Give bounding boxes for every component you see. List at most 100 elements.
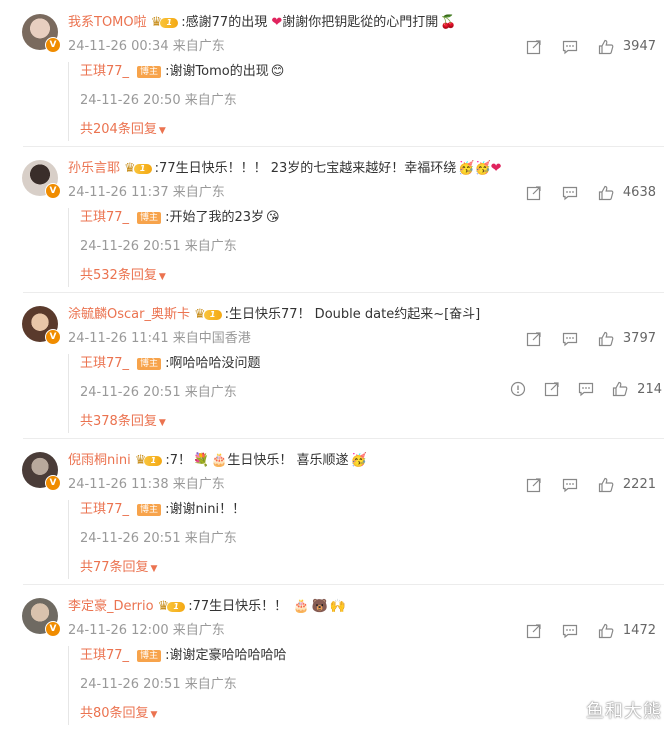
share-icon[interactable] — [525, 622, 543, 640]
watermark: 鱼和大熊 — [586, 701, 662, 722]
author-badge: 博主 — [137, 504, 162, 516]
report-icon[interactable] — [509, 380, 527, 398]
comment-location: 来自广东 — [172, 477, 225, 492]
reply-text: :啊哈哈哈没问题 — [165, 356, 261, 371]
avatar[interactable]: V — [22, 306, 61, 345]
comment-icon[interactable] — [561, 330, 579, 348]
avatar[interactable]: V — [22, 598, 61, 637]
comment-username[interactable]: 我系TOMO啦 — [68, 13, 147, 33]
comment-text: :77生日快乐！！！ 23岁的七宝越来越好！幸福环绕 — [154, 161, 457, 176]
comment-location: 来自广东 — [172, 185, 225, 200]
caret-down-icon: ▼ — [158, 126, 166, 136]
vip-crown-icon: ♛ 1 — [124, 159, 152, 179]
comment-icon[interactable] — [561, 622, 579, 640]
heart-emoji-icon: ❤ — [267, 15, 283, 30]
reply-time: 24-11-26 20:51 — [80, 239, 181, 254]
reply-location: 来自广东 — [184, 93, 237, 108]
share-icon[interactable] — [543, 380, 561, 398]
comment-time: 24-11-26 11:41 — [68, 331, 169, 346]
reply-username[interactable]: 王琪77_ — [80, 354, 129, 374]
more-replies-link[interactable]: 共204条回复 ▼ — [80, 120, 662, 141]
reply-like-count: 214 — [637, 381, 662, 397]
like-icon[interactable] — [597, 184, 615, 202]
blush-emoji-icon: 😊 — [270, 64, 285, 79]
verified-icon: V — [45, 37, 61, 53]
share-icon[interactable] — [525, 38, 543, 56]
more-replies-link[interactable]: 共532条回复 ▼ — [80, 266, 662, 287]
like-icon[interactable] — [597, 622, 615, 640]
comment-item: V 李定豪_Derrio ♛ 1 :77生日快乐！！ 🎂 🐻 🙌 24-11-26… — [0, 584, 672, 730]
caret-down-icon: ▼ — [150, 564, 158, 574]
comment-location: 来自中国香港 — [172, 331, 251, 346]
reply-location: 来自广东 — [184, 677, 237, 692]
like-icon[interactable] — [611, 380, 629, 398]
comment-username[interactable]: 李定豪_Derrio — [68, 597, 154, 617]
like-count: 3797 — [622, 331, 656, 346]
comment-text-cont: 生日快乐！ 喜乐顺遂 — [227, 453, 349, 468]
verified-icon: V — [45, 183, 61, 199]
comment-location: 来自广东 — [172, 623, 225, 638]
share-icon[interactable] — [525, 184, 543, 202]
comment-icon[interactable] — [561, 38, 579, 56]
reply-block: 王琪77_ 博主 :啊哈哈哈没问题 24-11-26 20:51 来自广东 共3… — [68, 354, 662, 433]
reply-location: 来自广东 — [184, 531, 237, 546]
comment-text: :7！ — [165, 453, 192, 468]
reply-username[interactable]: 王琪77_ — [80, 500, 129, 520]
party-emoji-icon: 🥳🥳 — [458, 161, 491, 176]
like-count: 1472 — [622, 623, 656, 638]
verified-icon: V — [45, 621, 61, 637]
comment-icon[interactable] — [561, 476, 579, 494]
comment-username[interactable]: 倪雨桐nini — [68, 451, 131, 471]
avatar[interactable]: V — [22, 160, 61, 199]
comment-username[interactable]: 涂毓麟Oscar_奥斯卡 — [68, 305, 190, 325]
like-count: 2221 — [622, 477, 656, 492]
reply-text: :谢谢nini！！ — [165, 502, 246, 517]
comment-time: 24-11-26 00:34 — [68, 39, 169, 54]
vip-crown-icon: ♛ 1 — [194, 305, 222, 325]
reply-username[interactable]: 王琪77_ — [80, 208, 129, 228]
more-replies-link[interactable]: 共80条回复 ▼ — [80, 704, 662, 725]
vip-crown-icon: ♛ 1 — [158, 597, 186, 617]
comment-item: V 我系TOMO啦 ♛ 1 :感謝77的出現 ❤ 謝謝你把钥匙從的心門打開 🍒 2… — [0, 0, 672, 146]
comment-text: :生日快乐77！ Double date约起来~[奋斗] — [224, 307, 481, 322]
author-badge: 博主 — [137, 650, 162, 662]
reply-location: 来自广东 — [184, 385, 237, 400]
reply-location: 来自广东 — [184, 239, 237, 254]
avatar[interactable]: V — [22, 14, 61, 53]
reply-time: 24-11-26 20:50 — [80, 93, 181, 108]
avatar[interactable]: V — [22, 452, 61, 491]
comment-icon[interactable] — [561, 184, 579, 202]
cake-emoji-icon: 🎂 — [211, 453, 228, 468]
cheer-emoji-icon: 🙌 — [329, 599, 346, 614]
reply-block: 王琪77_ 博主 :谢谢定豪哈哈哈哈哈 24-11-26 20:51 来自广东 … — [68, 646, 662, 725]
comment-item: V 涂毓麟Oscar_奥斯卡 ♛ 1 :生日快乐77！ Double date约起… — [0, 292, 672, 438]
author-badge: 博主 — [137, 66, 162, 78]
bear-emoji-icon: 🐻 — [311, 599, 328, 614]
verified-icon: V — [45, 475, 61, 491]
like-icon[interactable] — [597, 476, 615, 494]
reply-time: 24-11-26 20:51 — [80, 677, 181, 692]
more-replies-link[interactable]: 共77条回复 ▼ — [80, 558, 662, 579]
like-count: 4638 — [622, 185, 656, 200]
reply-username[interactable]: 王琪77_ — [80, 62, 129, 82]
comment-time: 24-11-26 11:38 — [68, 477, 169, 492]
comment-username[interactable]: 孙乐言耶 — [68, 159, 120, 179]
comment-item: V 倪雨桐nini ♛ 1 :7！ 💐 🎂 生日快乐！ 喜乐顺遂 🥳 24-11-… — [0, 438, 672, 584]
share-icon[interactable] — [525, 476, 543, 494]
reply-username[interactable]: 王琪77_ — [80, 646, 129, 666]
like-count: 3947 — [622, 39, 656, 54]
reply-text: :开始了我的23岁 — [165, 210, 264, 225]
comment-icon[interactable] — [577, 380, 595, 398]
reply-text: :谢谢Tomo的出现 — [165, 64, 269, 79]
heart-emoji-icon: ❤ — [490, 161, 502, 176]
like-icon[interactable] — [597, 330, 615, 348]
caret-down-icon: ▼ — [158, 272, 166, 282]
share-icon[interactable] — [525, 330, 543, 348]
cherry-emoji-icon: 🍒 — [440, 15, 457, 30]
comment-text-cont: 謝謝你把钥匙從的心門打開 — [282, 15, 439, 30]
more-replies-link[interactable]: 共378条回复 ▼ — [80, 412, 662, 433]
like-icon[interactable] — [597, 38, 615, 56]
vip-crown-icon: ♛ 1 — [135, 451, 163, 471]
comment-text: :感謝77的出現 — [181, 15, 268, 30]
kiss-emoji-icon: 😘 — [266, 210, 280, 225]
